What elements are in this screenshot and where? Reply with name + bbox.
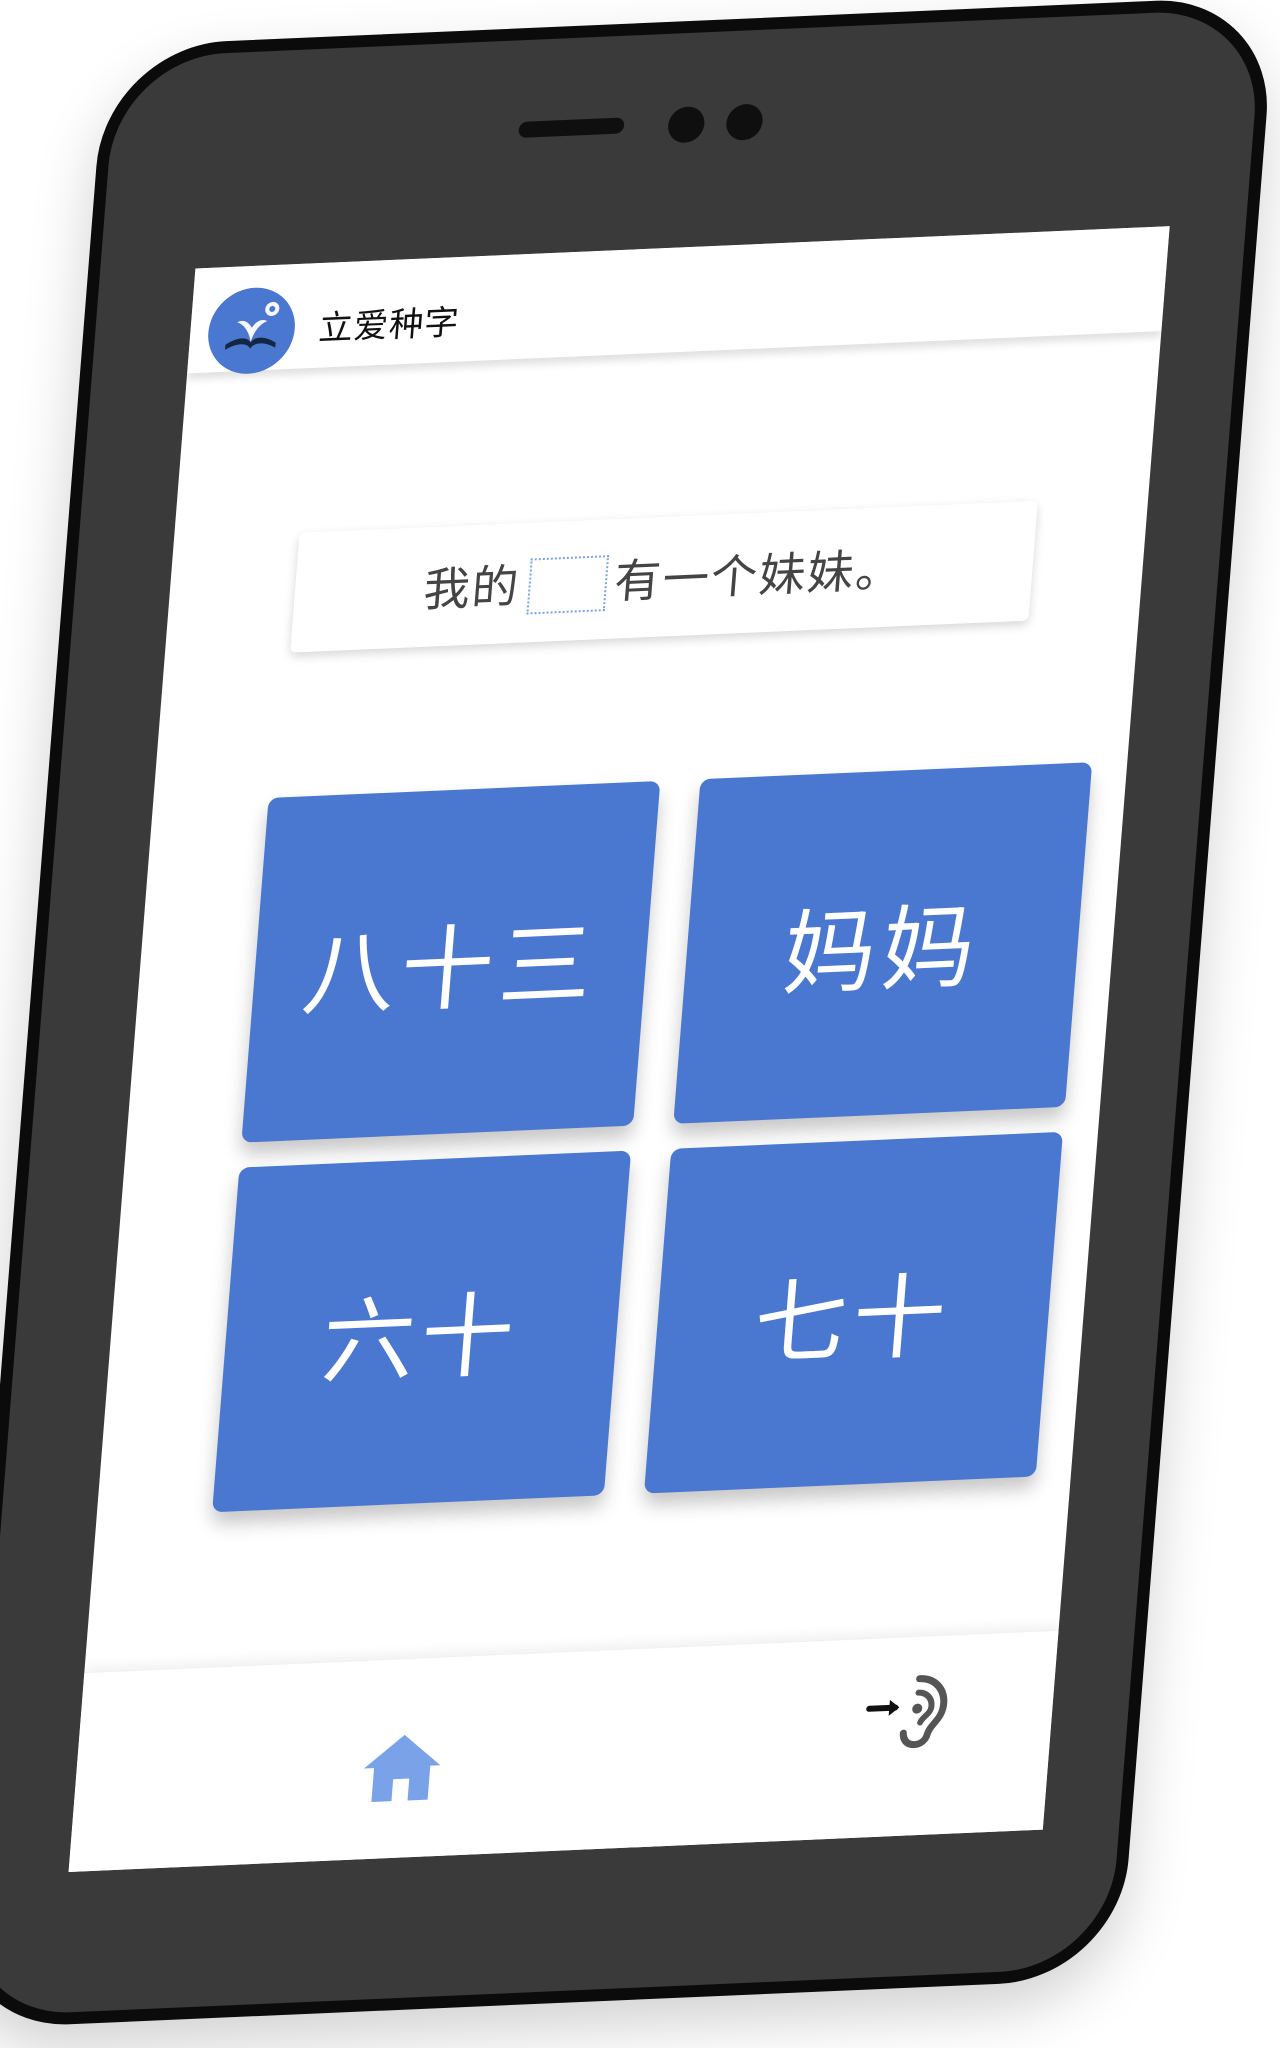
answer-option-4[interactable]: 七十 [644,1131,1063,1494]
home-button[interactable] [343,1716,461,1816]
question-card: 我的 有一个妹妹。 [290,500,1038,653]
listen-icon [866,1674,948,1748]
phone-speaker [518,117,625,138]
phone-frame: 立爱种字 我的 有一个妹妹。 八十三 妈妈 六十 七十 [0,0,1277,2030]
answer-option-2[interactable]: 妈妈 [673,762,1093,1124]
answer-option-3[interactable]: 六十 [212,1150,632,1513]
app-title: 立爱种字 [317,302,461,349]
app-logo [204,285,299,376]
phone-sensor [725,103,765,141]
listen-button[interactable] [849,1655,967,1755]
phone-camera [666,105,706,144]
bottom-navigation [68,1629,1059,1872]
answer-blank[interactable] [525,555,609,615]
phone-screen: 立爱种字 我的 有一个妹妹。 八十三 妈妈 六十 七十 [68,226,1170,1872]
question-text-before: 我的 [421,558,523,618]
app-logo-icon [208,287,295,374]
app-bar: 立爱种字 [187,226,1170,376]
home-icon [364,1734,441,1802]
answer-option-1[interactable]: 八十三 [241,780,661,1143]
phone-mockup: 立爱种字 我的 有一个妹妹。 八十三 妈妈 六十 七十 [0,0,1280,2048]
question-text-after: 有一个妹妹。 [612,542,906,609]
